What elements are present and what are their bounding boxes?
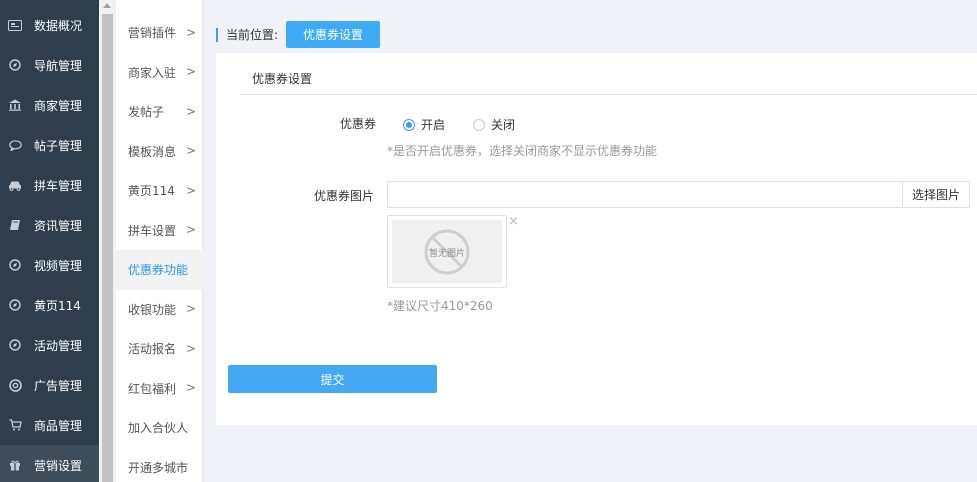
sidebar-item[interactable]: 导航管理 [0, 45, 99, 85]
sidebar-item-label: 导航管理 [34, 58, 83, 73]
submenu-item-label: 加入合伙人 [128, 421, 189, 436]
chat-icon [8, 138, 22, 152]
sidebar-item[interactable]: 资讯管理 [0, 205, 99, 245]
coupon-hint: *是否开启优惠券，选择关闭商家不显示优惠券功能 [387, 144, 658, 158]
submenu-item[interactable]: 红包福利 > [116, 369, 203, 409]
chevron-right-icon: > [186, 25, 197, 40]
submenu-item[interactable]: 发帖子 > [116, 92, 203, 132]
car-icon [8, 178, 22, 192]
size-hint: *建议尺寸410*260 [387, 299, 493, 313]
submenu-item[interactable]: 拼车设置 > [116, 211, 203, 251]
sidebar-item-label: 帖子管理 [34, 138, 83, 153]
sidebar-item-label: 商品管理 [34, 418, 83, 433]
remove-image-icon[interactable]: × [508, 214, 519, 229]
chevron-right-icon: > [186, 301, 197, 316]
sidebar-item[interactable]: 拼车管理 [0, 165, 99, 205]
submenu-item-label: 发帖子 [128, 105, 165, 120]
submenu-item-label: 活动报名 [128, 342, 177, 357]
chevron-right-icon: > [186, 64, 197, 79]
submenu-item-label: 商家入驻 [128, 65, 177, 80]
submenu-item[interactable]: 开通多城市 [116, 448, 203, 482]
radio-disable[interactable]: 关闭 [473, 116, 515, 133]
settings-panel: 优惠券设置 优惠券 开启 关闭 *是否开启优惠券，选择关闭商家不显示优惠券功能 … [216, 53, 977, 425]
chevron-right-icon: > [186, 183, 197, 198]
chevron-right-icon: > [186, 222, 197, 237]
sidebar-item-label: 营销设置 [34, 458, 83, 473]
sidebar-item-label: 视频管理 [34, 258, 83, 273]
chevron-right-icon: > [186, 104, 197, 119]
sidebar-item[interactable]: 黄页114 [0, 285, 99, 325]
chevron-right-icon: > [186, 143, 197, 158]
scroll-thumb[interactable] [102, 14, 113, 482]
panel-title: 优惠券设置 [252, 72, 313, 86]
compass-icon [8, 58, 22, 72]
main-sidebar: 数据概况导航管理商家管理帖子管理拼车管理资讯管理视频管理黄页114 活动管理广告管… [0, 0, 99, 482]
submenu-item[interactable]: 营销插件 > [116, 13, 203, 53]
sidebar-item[interactable]: 商品管理 [0, 405, 99, 445]
image-preview: 暂无图片 [387, 215, 507, 288]
sidebar-item[interactable]: 活动管理 [0, 325, 99, 365]
sidebar-item[interactable]: 视频管理 [0, 245, 99, 285]
sidebar-item[interactable]: 帖子管理 [0, 125, 99, 165]
sidebar-scrollbar[interactable] [99, 0, 116, 482]
sidebar-item-label: 数据概况 [34, 18, 83, 33]
sidebar-item[interactable]: 数据概况 [0, 5, 99, 45]
choose-image-button[interactable]: 选择图片 [902, 181, 970, 208]
dashboard-icon [8, 18, 22, 32]
sidebar-item-label: 拼车管理 [34, 178, 83, 193]
submenu-item[interactable]: 活动报名 > [116, 329, 203, 369]
compass-icon [8, 258, 22, 272]
breadcrumb-marker [216, 27, 218, 42]
sidebar-item[interactable]: 营销设置 [0, 445, 99, 482]
submenu-item-label: 营销插件 [128, 26, 177, 41]
submenu-item[interactable]: 优惠券功能 [116, 250, 203, 290]
submenu-item-label: 模板消息 [128, 144, 177, 159]
gift-icon [8, 458, 22, 472]
submenu-item[interactable]: 加入合伙人 [116, 408, 203, 448]
radio-disable-label: 关闭 [491, 118, 516, 132]
breadcrumb-current-button[interactable]: 优惠券设置 [286, 21, 381, 48]
submenu-item[interactable]: 商家入驻 > [116, 53, 203, 93]
submenu-item[interactable]: 收银功能 > [116, 290, 203, 330]
radio-enable-dot[interactable] [403, 118, 415, 131]
no-image-placeholder: 暂无图片 [392, 220, 502, 283]
submenu-item[interactable]: 黄页114 > [116, 171, 203, 211]
breadcrumb-label: 当前位置: [226, 28, 279, 42]
sub-menu: 营销插件 > 商家入驻 > 发帖子 > 模板消息 > 黄页114 > 拼车设置 > 优惠券功能收银功能 >… [116, 0, 203, 482]
submenu-item[interactable]: 模板消息 > [116, 132, 203, 172]
scroll-up-arrow-icon[interactable] [103, 3, 111, 8]
lifebuoy-icon [8, 378, 22, 392]
no-image-text: 暂无图片 [428, 249, 465, 259]
coupon-label: 优惠券 [340, 117, 377, 131]
radio-enable-label: 开启 [421, 118, 446, 132]
radio-enable[interactable]: 开启 [403, 116, 445, 133]
submenu-item-label: 红包福利 [128, 381, 177, 396]
coupon-image-input[interactable] [387, 181, 903, 208]
submenu-item-label: 拼车设置 [128, 223, 177, 238]
sidebar-item-label: 活动管理 [34, 338, 83, 353]
chevron-right-icon: > [186, 341, 197, 356]
submit-button[interactable]: 提交 [228, 365, 437, 393]
sidebar-item[interactable]: 广告管理 [0, 365, 99, 405]
cart-icon [8, 418, 22, 432]
submenu-item-label: 优惠券功能 [128, 263, 189, 278]
breadcrumb: 当前位置: 优惠券设置 [216, 21, 381, 48]
coupon-image-label: 优惠券图片 [314, 189, 375, 203]
submenu-item-label: 开通多城市 [128, 460, 189, 475]
bank-icon [8, 98, 22, 112]
submenu-item-label: 收银功能 [128, 302, 177, 317]
sidebar-item-label: 广告管理 [34, 378, 83, 393]
compass-icon [8, 298, 22, 312]
sidebar-item-label: 黄页114 [34, 298, 81, 313]
chevron-right-icon: > [186, 380, 197, 395]
book-icon [8, 218, 22, 232]
radio-disable-dot[interactable] [473, 118, 485, 131]
panel-divider [240, 94, 977, 95]
sidebar-item-label: 资讯管理 [34, 218, 83, 233]
sidebar-item[interactable]: 商家管理 [0, 85, 99, 125]
compass-icon [8, 338, 22, 352]
submenu-item-label: 黄页114 [128, 184, 175, 199]
sidebar-item-label: 商家管理 [34, 98, 83, 113]
